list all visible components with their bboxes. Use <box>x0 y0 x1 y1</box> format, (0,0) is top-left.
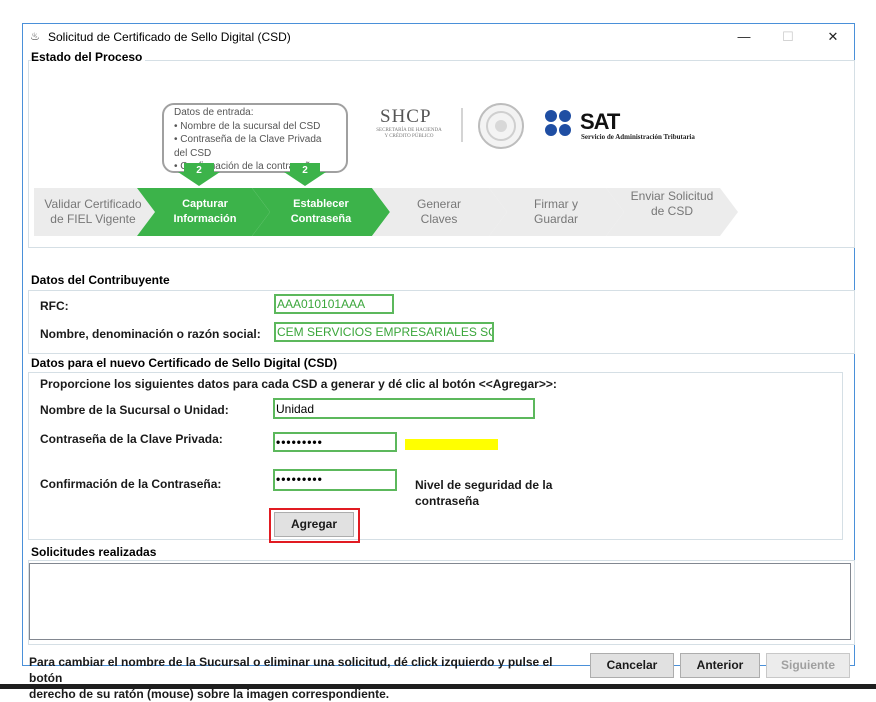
window-title: Solicitud de Certificado de Sello Digita… <box>48 30 291 44</box>
shcp-subtitle: SECRETARÍA DE HACIENDA Y CRÉDITO PÚBLICO <box>376 128 442 139</box>
confirm-password-label: Confirmación de la Contraseña: <box>40 477 222 491</box>
back-button[interactable]: Anterior <box>680 653 760 678</box>
cancel-button[interactable]: Cancelar <box>590 653 674 678</box>
next-button[interactable]: Siguiente <box>766 653 850 678</box>
maximize-button[interactable]: ☐ <box>773 28 803 46</box>
step-label-firmar: Firmar y Guardar <box>533 197 579 226</box>
password-strength-label: Nivel de seguridad de la contraseña <box>415 478 553 508</box>
footer-help-text: Para cambiar el nombre de la Sucursal o … <box>29 655 553 701</box>
new-csd-legend: Datos para el nuevo Certificado de Sello… <box>31 356 341 370</box>
window-content: Estado del Proceso Datos de entrada: • N… <box>24 50 855 701</box>
private-key-password-input[interactable]: ••••••••• <box>273 432 397 452</box>
step-label-establecer: Establecer Contraseña <box>290 198 352 225</box>
taxpayer-legend: Datos del Contribuyente <box>31 273 173 287</box>
process-graphics <box>34 103 738 236</box>
step-badge: 2 <box>302 165 308 176</box>
step-badge: 2 <box>196 165 202 176</box>
requests-list[interactable] <box>29 563 851 640</box>
company-name-label: Nombre, denominación o razón social: <box>40 327 261 341</box>
shcp-logo-text: SHCP <box>380 106 432 127</box>
branch-name-label: Nombre de la Sucursal o Unidad: <box>40 403 229 417</box>
step-label-validar: Validar Certificado de FIEL Vigente <box>44 197 142 226</box>
company-name-field: CEM SERVICIOS EMPRESARIALES SC <box>274 322 494 342</box>
title-bar: ♨ Solicitud de Certificado de Sello Digi… <box>23 24 854 50</box>
minimize-button[interactable]: — <box>729 28 759 46</box>
step-label-enviar: Enviar Solicitud de CSD <box>630 189 714 218</box>
rfc-label: RFC: <box>40 299 69 313</box>
sat-subtitle: Servicio de Administración Tributaria <box>581 133 695 141</box>
instruction-text: Proporcione los siguientes datos para ca… <box>40 377 557 391</box>
rfc-field: AAA010101AAA <box>274 294 394 314</box>
password-strength-bar <box>405 439 498 450</box>
step-label-generar: Generar Claves <box>416 197 462 226</box>
close-button[interactable]: ✕ <box>818 28 848 46</box>
confirm-password-input[interactable]: ••••••••• <box>273 469 397 491</box>
sat-logo-text: SAT <box>580 109 620 134</box>
private-key-password-label: Contraseña de la Clave Privada: <box>40 432 223 446</box>
requests-legend: Solicitudes realizadas <box>31 545 160 559</box>
add-button[interactable]: Agregar <box>274 512 354 537</box>
java-app-icon: ♨ <box>30 31 40 43</box>
csd-request-window: ♨ Solicitud de Certificado de Sello Digi… <box>22 23 855 701</box>
step-label-capturar: Capturar Información <box>173 198 237 225</box>
sat-logo-icon <box>545 110 571 136</box>
branch-name-input[interactable] <box>273 398 535 419</box>
